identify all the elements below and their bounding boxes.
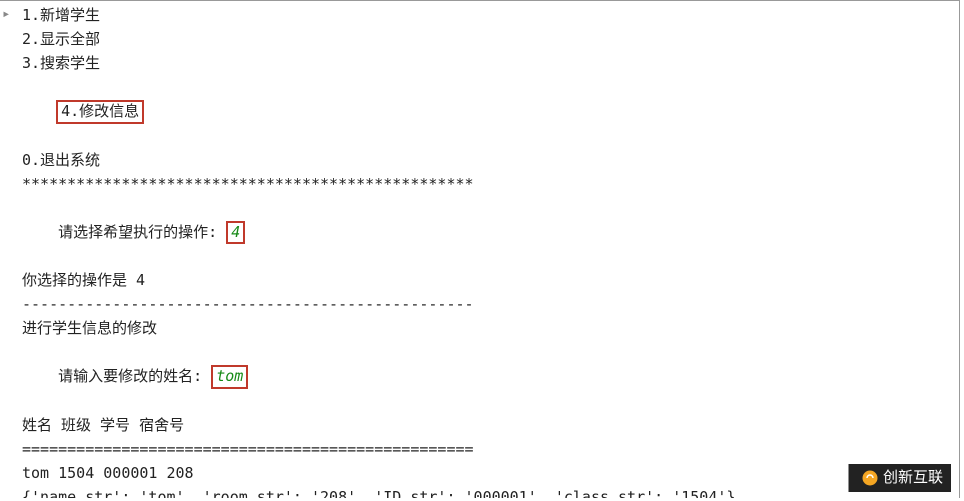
section-title: 进行学生信息的修改 [2,316,959,340]
prompt-select-label: 请选择希望执行的操作: [58,223,226,241]
watermark-badge: 创新互联 [837,464,951,492]
menu-item-4-highlight: 4.修改信息 [56,100,144,124]
input-choice-highlight: 4 [226,221,245,245]
terminal-output: ▸ 1.新增学生 2.显示全部 3.搜索学生 4.修改信息 0.退出系统 ***… [0,0,960,498]
input-name-highlight: tom [211,365,248,389]
divider-dashes: ----------------------------------------… [2,292,959,316]
menu-item-4-wrap: 4.修改信息 [2,75,959,148]
prompt-select-line: 请选择希望执行的操作: 4 [2,196,959,269]
divider-stars: ****************************************… [2,172,959,196]
input-choice: 4 [231,223,240,241]
record-line: tom 1504 000001 208 [2,461,959,485]
header-row: 姓名 班级 学号 宿舍号 [2,413,959,437]
menu-item-3: 3.搜索学生 [2,51,959,75]
echo-choice: 你选择的操作是 4 [2,268,959,292]
menu-item-2: 2.显示全部 [2,27,959,51]
input-name: tom [216,367,243,385]
menu-item-1: 1.新增学生 [2,3,959,27]
prompt-name-line: 请输入要修改的姓名: tom [2,340,959,413]
watermark-logo-icon [861,469,879,487]
gutter-indicator: ▸ [2,3,10,25]
menu-item-0: 0.退出系统 [2,148,959,172]
prompt-name-label: 请输入要修改的姓名: [58,367,211,385]
watermark-text: 创新互联 [883,466,943,490]
dict-line: {'name_str': 'tom', 'room_str': '208', '… [2,485,959,499]
divider-equals: ========================================… [2,437,959,461]
